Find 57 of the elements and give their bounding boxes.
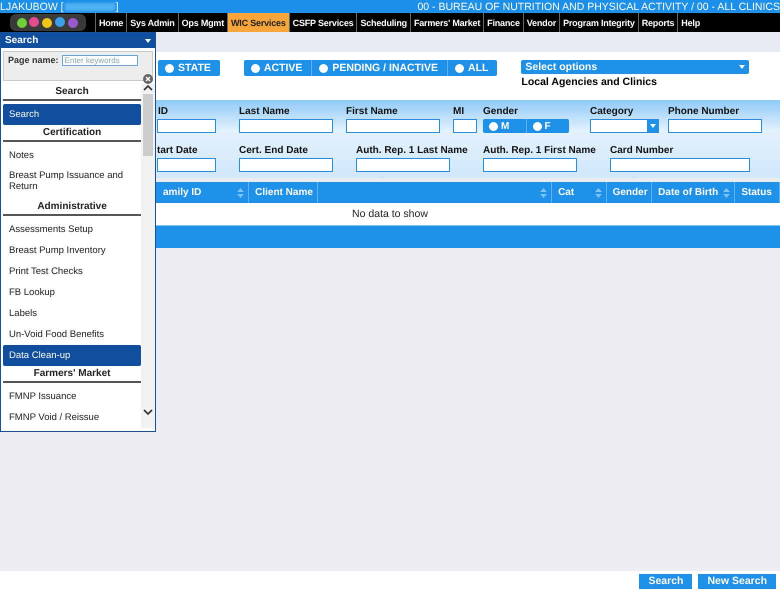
text-field[interactable]: [453, 119, 477, 133]
logo-icon[interactable]: [10, 14, 86, 31]
field-label: Category: [590, 106, 634, 118]
field-label: First Name: [346, 106, 399, 118]
field-label: tart Date: [157, 145, 199, 157]
field-label: Last Name: [239, 106, 291, 118]
field-label: Local Agencies and Clinics: [521, 76, 658, 88]
text-field[interactable]: [239, 158, 333, 172]
caret-icon[interactable]: [739, 65, 746, 69]
menu-item[interactable]: Labels: [3, 303, 142, 324]
menu-item[interactable]: Search: [3, 104, 142, 125]
sort-icon[interactable]: [540, 188, 548, 198]
field-label: Phone Number: [668, 106, 740, 118]
clear-icon[interactable]: [143, 74, 153, 84]
field-label: Auth. Rep. 1 Last Name: [356, 145, 469, 157]
text-field[interactable]: [346, 119, 440, 133]
scroll-down-icon[interactable]: [143, 408, 154, 416]
text-field[interactable]: [610, 158, 750, 172]
nav-tab[interactable]: WIC Services: [227, 13, 289, 32]
menu-item[interactable]: Breast Pump Inventory: [3, 240, 142, 261]
caret-icon[interactable]: [145, 38, 151, 42]
empty-message: No data to show: [352, 208, 428, 220]
field-label: MI: [453, 106, 466, 118]
scroll-up-icon[interactable]: [143, 84, 154, 92]
menu-item[interactable]: Assessments Setup: [3, 219, 142, 240]
menu-item[interactable]: FMNP Void / Reissue: [3, 407, 142, 428]
text-field[interactable]: [157, 119, 216, 133]
text-field[interactable]: [668, 119, 762, 133]
field-label: Auth. Rep. 1 First Name: [483, 145, 597, 157]
text-field[interactable]: [356, 158, 450, 172]
bracket: ]: [116, 0, 119, 12]
menu-item[interactable]: Un-Void Food Benefits: [3, 324, 142, 345]
page-name-field[interactable]: Enter keywords: [62, 55, 138, 66]
text-field[interactable]: [157, 158, 216, 172]
location-text: 00 - BUREAU OF NUTRITION AND PHYSICAL ACTIVITY / 00 - ALL CLINICS: [417, 0, 780, 12]
menu-item[interactable]: Print Test Checks: [3, 261, 142, 282]
menu-title[interactable]: Search: [1, 33, 155, 48]
sort-icon[interactable]: [723, 188, 730, 198]
text-field[interactable]: [483, 158, 577, 172]
field-label: Gender: [483, 106, 520, 118]
caret-icon[interactable]: [650, 124, 656, 128]
sort-icon[interactable]: [237, 188, 244, 198]
redacted-text: [64, 2, 115, 10]
select-field[interactable]: [590, 119, 659, 133]
menu-item[interactable]: Data Clean-up: [3, 345, 142, 366]
menu-item[interactable]: Breast Pump Issuance and Return: [3, 166, 142, 196]
field-label: Page name:: [8, 55, 59, 65]
field-label: Card Number: [610, 145, 674, 157]
scrollbar-thumb[interactable]: [143, 94, 154, 156]
field-label: ID: [157, 106, 169, 118]
menu-item[interactable]: FMNP Issuance: [3, 386, 142, 407]
field-label: Cert. End Date: [239, 145, 309, 157]
menu-item[interactable]: Notes: [3, 145, 142, 166]
text-field[interactable]: [239, 119, 333, 133]
user-name: LJAKUBOW [: [0, 0, 64, 12]
sort-icon[interactable]: [594, 188, 602, 198]
menu-item[interactable]: FB Lookup: [3, 282, 142, 303]
